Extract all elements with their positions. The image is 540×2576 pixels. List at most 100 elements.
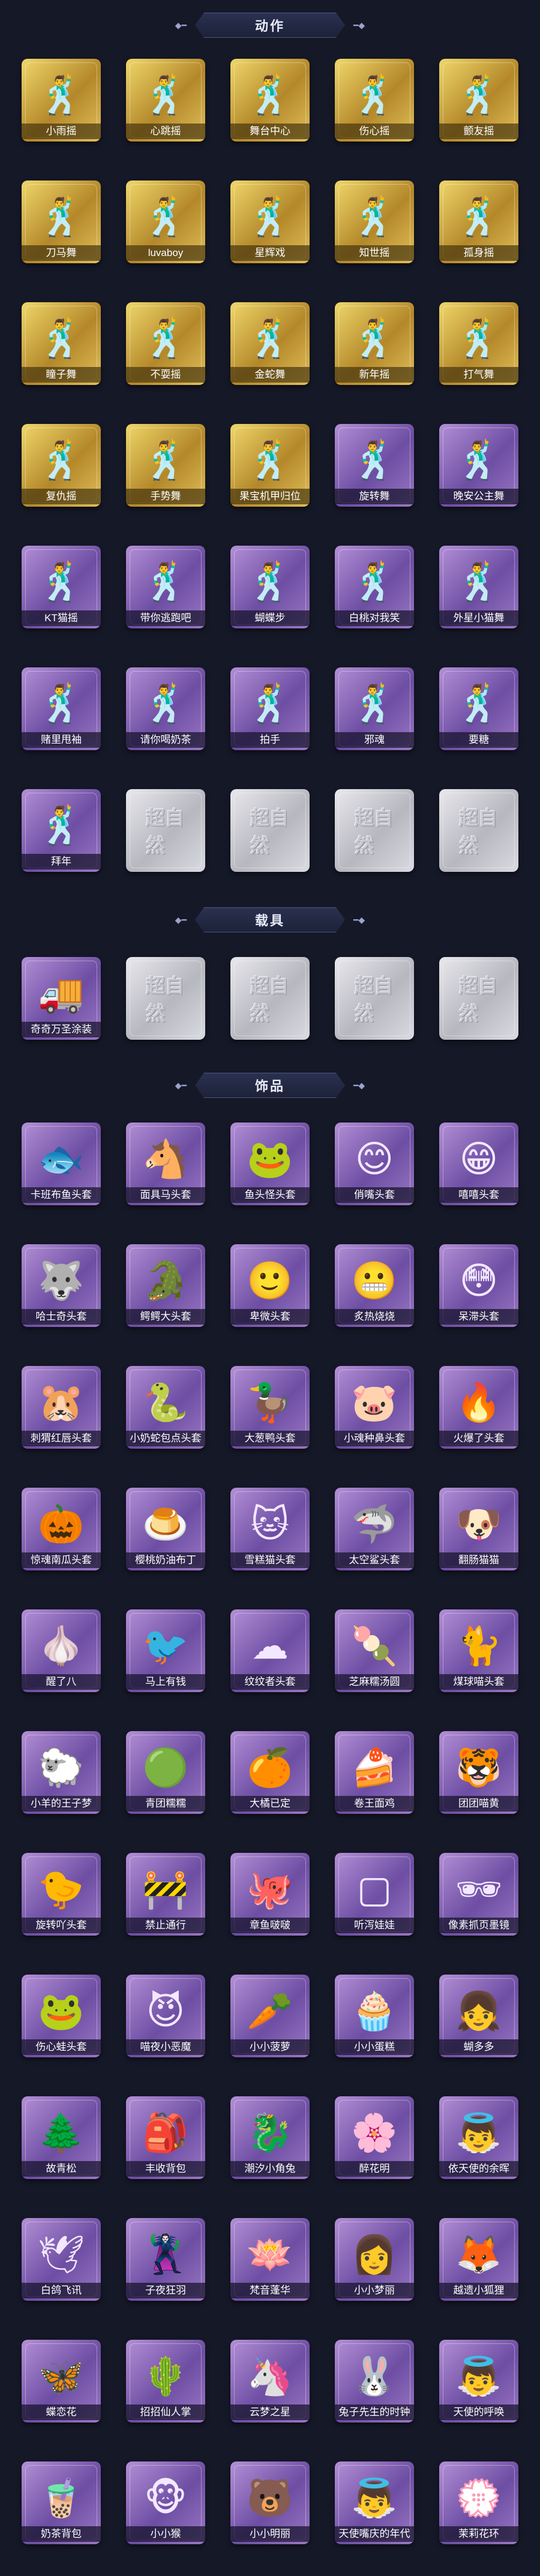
accessories-item-card[interactable]: 🦹 子夜狂羽 (126, 2218, 205, 2301)
accessories-item-card[interactable]: 🍊 大橘已定 (230, 1731, 310, 1814)
accessories-item-card[interactable]: 👧 蝴多多 (439, 1975, 518, 2057)
accessories-item-card[interactable]: 😁 嘻嘻头套 (439, 1123, 518, 1205)
accessories-item-card[interactable]: 🐸 伤心蛙头套 (22, 1975, 101, 2057)
vehicles-item-card[interactable]: 🚚 奇奇万圣涂装 (22, 957, 101, 1040)
accessories-item-card[interactable]: 🪷 梵音蓬华 (230, 2218, 310, 2301)
accessories-item-card[interactable]: 💮 茉莉花环 (439, 2461, 518, 2544)
actions-item-card[interactable]: 🕺 舞台中心 (230, 59, 310, 142)
accessories-item-card[interactable]: 🐙 章鱼啵啵 (230, 1853, 310, 1936)
actions-item-card[interactable]: 🕺 带你逃跑吧 (126, 546, 205, 628)
actions-item-card[interactable]: 🕺 金蛇舞 (230, 302, 310, 385)
accessories-item-card[interactable]: 😳 呆滞头套 (439, 1244, 518, 1327)
accessories-item-card[interactable]: 🍡 芝麻糯汤圆 (335, 1609, 414, 1692)
actions-item-card[interactable]: 🕺 请你喝奶茶 (126, 667, 205, 750)
accessories-item-card[interactable]: 🍰 卷王面鸡 (335, 1731, 414, 1814)
actions-item-card[interactable]: 🕺 luvaboy (126, 180, 205, 263)
accessories-item-card[interactable]: 🎃 惊魂南瓜头套 (22, 1488, 101, 1570)
actions-item-card[interactable]: 超自然 (335, 789, 414, 872)
accessories-item-card[interactable]: 👼 天使的呼唤 (439, 2340, 518, 2422)
accessories-item-card[interactable]: 😬 炙热烧烧 (335, 1244, 414, 1327)
accessories-item-card[interactable]: 🐍 小奶蛇包点头套 (126, 1366, 205, 1449)
actions-item-card[interactable]: 🕺 外星小猫舞 (439, 546, 518, 628)
actions-item-card[interactable]: 🕺 复仇摇 (22, 424, 101, 507)
accessories-item-card[interactable]: 🟢 青团糯糯 (126, 1731, 205, 1814)
accessories-item-card[interactable]: 🐺 哈士奇头套 (22, 1244, 101, 1327)
accessories-item-card[interactable]: 🐵 小小猴 (126, 2461, 205, 2544)
actions-item-card[interactable]: 🕺 拍手 (230, 667, 310, 750)
actions-item-card[interactable]: 🕺 星辉戏 (230, 180, 310, 263)
actions-item-card[interactable]: 🕺 瞳子舞 (22, 302, 101, 385)
accessories-item-card[interactable]: 🐹 刺猬红唇头套 (22, 1366, 101, 1449)
actions-item-card[interactable]: 超自然 (230, 789, 310, 872)
accessories-item-card[interactable]: 🦈 太空鲨头套 (335, 1488, 414, 1570)
vehicles-item-card[interactable]: 超自然 (439, 957, 518, 1040)
actions-item-card[interactable]: 🕺 赌里甩袖 (22, 667, 101, 750)
accessories-item-card[interactable]: 👼 天使嘴庆的年代 (335, 2461, 414, 2544)
actions-item-card[interactable]: 🕺 果宝机甲归位 (230, 424, 310, 507)
actions-item-card[interactable]: 🕺 颤友摇 (439, 59, 518, 142)
actions-item-card[interactable]: 🕺 小雨摇 (22, 59, 101, 142)
accessories-item-card[interactable]: 🐷 小魂种鼻头套 (335, 1366, 414, 1449)
vehicles-item-card[interactable]: 超自然 (126, 957, 205, 1040)
accessories-item-card[interactable]: 🧋 奶茶背包 (22, 2461, 101, 2544)
accessories-item-card[interactable]: 😊 俏嘴头套 (335, 1123, 414, 1205)
accessories-item-card[interactable]: 🐶 翻肠猫猫 (439, 1488, 518, 1570)
accessories-item-card[interactable]: ☁ 纹纹者头套 (230, 1609, 310, 1692)
accessories-item-card[interactable]: 🚧 禁止通行 (126, 1853, 205, 1936)
accessories-item-card[interactable]: 🌲 故青松 (22, 2096, 101, 2179)
actions-item-card[interactable]: 🕺 知世摇 (335, 180, 414, 263)
actions-item-card[interactable]: 🕺 新年摇 (335, 302, 414, 385)
accessories-item-card[interactable]: 🧁 小小蛋糕 (335, 1975, 414, 2057)
actions-item-card[interactable]: 🕺 邪魂 (335, 667, 414, 750)
actions-item-card[interactable]: 🕺 刀马舞 (22, 180, 101, 263)
actions-item-card[interactable]: 超自然 (126, 789, 205, 872)
accessories-item-card[interactable]: 🦋 蝶恋花 (22, 2340, 101, 2422)
accessories-item-card[interactable]: 🦆 大葱鸭头套 (230, 1366, 310, 1449)
accessories-item-card[interactable]: 🐯 团团喵黄 (439, 1731, 518, 1814)
vehicles-item-card[interactable]: 超自然 (335, 957, 414, 1040)
accessories-item-card[interactable]: 🐦 马上有钱 (126, 1609, 205, 1692)
accessories-item-card[interactable]: 🙂 卑微头套 (230, 1244, 310, 1327)
accessories-item-card[interactable]: 🕊 白鸽飞讯 (22, 2218, 101, 2301)
accessories-item-card[interactable]: 👩 小小梦丽 (335, 2218, 414, 2301)
actions-item-card[interactable]: 🕺 拜年 (22, 789, 101, 872)
actions-item-card[interactable]: 🕺 伤心摇 (335, 59, 414, 142)
actions-item-card[interactable]: 🕺 旋转舞 (335, 424, 414, 507)
actions-item-card[interactable]: 🕺 孤身摇 (439, 180, 518, 263)
accessories-item-card[interactable]: 🐸 鱼头怪头套 (230, 1123, 310, 1205)
accessories-item-card[interactable]: 🐱 雪糕猫头套 (230, 1488, 310, 1570)
actions-item-card[interactable]: 🕺 心跳摇 (126, 59, 205, 142)
accessories-item-card[interactable]: 🐰 兔子先生的时钟 (335, 2340, 414, 2422)
accessories-item-card[interactable]: 👼 依天使的余晖 (439, 2096, 518, 2179)
accessories-item-card[interactable]: 🐑 小羊的王子梦 (22, 1731, 101, 1814)
accessories-item-card[interactable]: 🐊 鳄鳄大头套 (126, 1244, 205, 1327)
accessories-item-card[interactable]: 🌵 招招仙人掌 (126, 2340, 205, 2422)
accessories-item-card[interactable]: 🐉 潮汐小角兔 (230, 2096, 310, 2179)
accessories-item-card[interactable]: 🔥 火爆了头套 (439, 1366, 518, 1449)
accessories-item-card[interactable]: 🎒 丰收背包 (126, 2096, 205, 2179)
accessories-item-card[interactable]: 🍮 樱桃奶油布丁 (126, 1488, 205, 1570)
actions-item-card[interactable]: 🕺 晚安公主舞 (439, 424, 518, 507)
accessories-item-card[interactable]: 🐤 旋转吖头套 (22, 1853, 101, 1936)
actions-item-card[interactable]: 🕺 打气舞 (439, 302, 518, 385)
accessories-item-card[interactable]: 🐈 煤球喵头套 (439, 1609, 518, 1692)
actions-item-card[interactable]: 🕺 不耍摇 (126, 302, 205, 385)
accessories-item-card[interactable]: 🐟 卡班布鱼头套 (22, 1123, 101, 1205)
accessories-item-card[interactable]: 🧄 醒了八 (22, 1609, 101, 1692)
accessories-item-card[interactable]: 🕶 像素抓页墨镜 (439, 1853, 518, 1936)
actions-item-card[interactable]: 🕺 白桃对我笑 (335, 546, 414, 628)
actions-item-card[interactable]: 超自然 (439, 789, 518, 872)
accessories-item-card[interactable]: 🥕 小小菠萝 (230, 1975, 310, 2057)
accessories-item-card[interactable]: ▢ 听泻娃娃 (335, 1853, 414, 1936)
accessories-item-card[interactable]: 🦊 越遗小狐狸 (439, 2218, 518, 2301)
accessories-item-card[interactable]: 🦄 云梦之星 (230, 2340, 310, 2422)
accessories-item-card[interactable]: 😈 喵夜小恶魔 (126, 1975, 205, 2057)
actions-item-card[interactable]: 🕺 KT猫摇 (22, 546, 101, 628)
accessories-item-card[interactable]: 🐻 小小明丽 (230, 2461, 310, 2544)
vehicles-item-card[interactable]: 超自然 (230, 957, 310, 1040)
actions-item-card[interactable]: 🕺 要糖 (439, 667, 518, 750)
accessories-item-card[interactable]: 🌸 醉花明 (335, 2096, 414, 2179)
accessories-item-card[interactable]: 🐴 面具马头套 (126, 1123, 205, 1205)
actions-item-card[interactable]: 🕺 手势舞 (126, 424, 205, 507)
actions-item-card[interactable]: 🕺 蝴蝶步 (230, 546, 310, 628)
